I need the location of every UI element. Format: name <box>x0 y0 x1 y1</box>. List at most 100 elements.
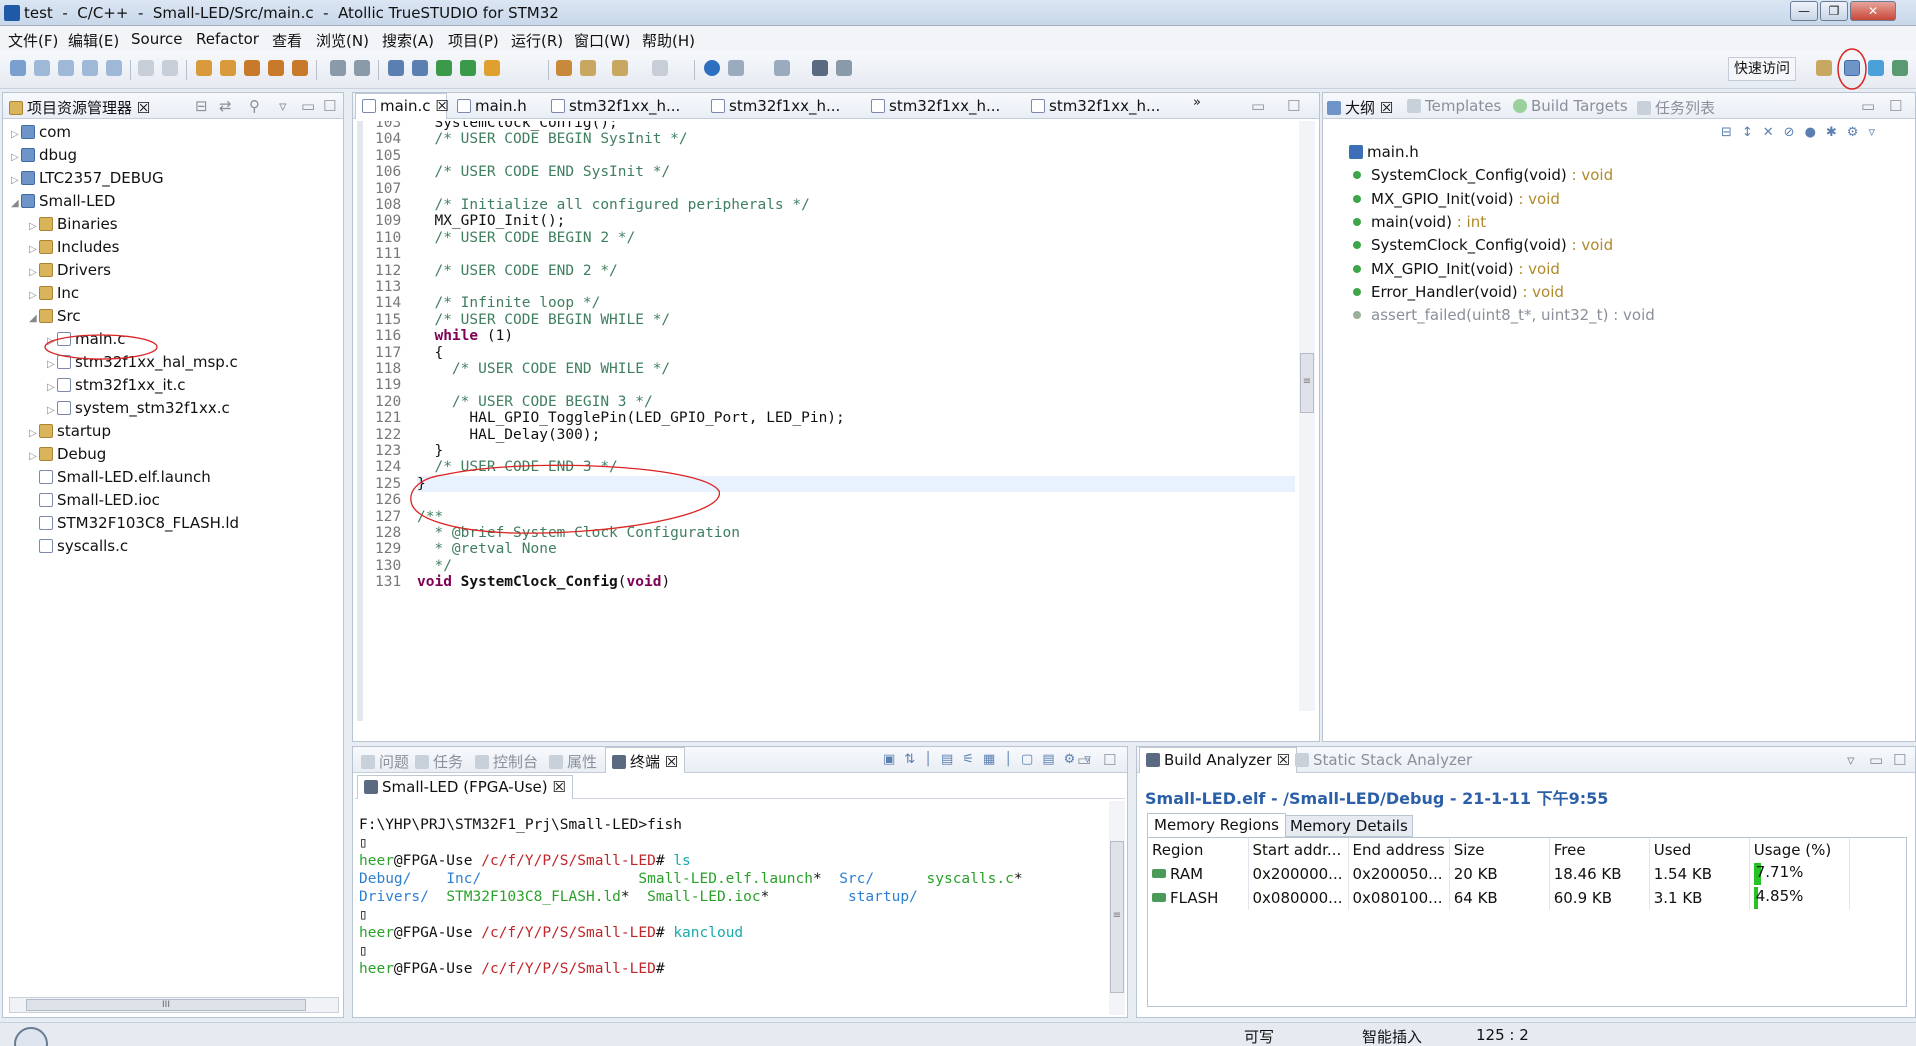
col-used[interactable]: Used <box>1649 838 1750 862</box>
maximize-panel-icon[interactable]: ☐ <box>1889 97 1902 115</box>
tab-stm32-2[interactable]: stm32f1xx_h... <box>711 97 840 115</box>
col-start[interactable]: Start addr... <box>1248 838 1349 862</box>
outline-item[interactable]: assert_failed(uint8_t*, uint32_t) : void <box>1353 306 1655 324</box>
tab-build-analyzer[interactable]: Build Analyzer ☒ <box>1139 747 1297 773</box>
tree-item[interactable]: ▷ stm32f1xx_it.c <box>47 376 186 394</box>
maximize-button[interactable]: ❐ <box>1820 1 1848 21</box>
tree-item[interactable]: ◢ Src <box>29 307 81 325</box>
build-icon[interactable] <box>196 60 212 76</box>
explorer-hscrollbar[interactable]: III <box>9 997 339 1013</box>
external-tools-icon[interactable] <box>484 60 500 76</box>
tab-templates[interactable]: Templates <box>1407 97 1501 115</box>
editor-vscrollbar[interactable]: ≡ <box>1299 121 1315 711</box>
export-icon[interactable] <box>836 60 852 76</box>
col-size[interactable]: Size <box>1449 838 1550 862</box>
menu-file[interactable]: 文件(F) <box>8 30 58 51</box>
menu-run[interactable]: 运行(R) <box>511 30 563 51</box>
code-line[interactable]: /* USER CODE END 2 */ <box>417 263 617 279</box>
code-line[interactable]: /* USER CODE BEGIN 3 */ <box>417 394 653 410</box>
maximize-panel-icon[interactable]: ☐ <box>1287 97 1300 115</box>
code-line[interactable]: /* Initialize all configured peripherals… <box>417 197 809 213</box>
tab-properties[interactable]: 属性 <box>549 751 597 772</box>
minimize-panel-icon[interactable]: ▭ <box>1077 751 1091 769</box>
collapse-arrow-icon[interactable]: ◢ <box>29 313 39 324</box>
tree-item[interactable]: ▷ com <box>11 123 71 141</box>
terminal-session-tab[interactable]: Small-LED (FPGA-Use) ☒ <box>357 775 573 799</box>
maximize-panel-icon[interactable]: ☐ <box>1893 751 1906 769</box>
menu-source[interactable]: Source <box>131 30 183 48</box>
tree-item[interactable]: Small-LED.elf.launch <box>29 468 211 486</box>
tree-item[interactable]: ▷ system_stm32f1xx.c <box>47 399 230 417</box>
code-line[interactable]: /* USER CODE END WHILE */ <box>417 361 670 377</box>
view-menu-icon[interactable]: ▿ <box>279 97 287 115</box>
quick-access-button[interactable]: 快速访问 <box>1728 57 1796 81</box>
tree-item[interactable]: ▷ LTC2357_DEBUG <box>11 169 164 187</box>
tree-item[interactable]: ▷ Debug <box>29 445 106 463</box>
col-region[interactable]: Region <box>1148 838 1249 862</box>
bookmark-icon[interactable] <box>556 60 572 76</box>
minimize-panel-icon[interactable]: ▭ <box>1861 97 1875 115</box>
layout-icon[interactable] <box>774 60 790 76</box>
view-menu-icon[interactable]: ▿ <box>1847 751 1855 769</box>
tab-memory-details[interactable]: Memory Details <box>1285 815 1413 837</box>
code-line[interactable]: { <box>417 345 443 361</box>
code-line[interactable]: */ <box>417 558 451 574</box>
outline-toolbar[interactable]: ⊟↕✕⊘●✱⚙▿ <box>1721 125 1885 140</box>
code-area[interactable]: 103 SystemClock_Config(); 104 /* USER COD… <box>365 121 1295 729</box>
tree-item[interactable]: ◢ Small-LED <box>11 192 115 210</box>
outline-item[interactable]: Error_Handler(void) : void <box>1353 283 1564 301</box>
tree-item[interactable]: ▷ Binaries <box>29 215 118 233</box>
new-header-icon[interactable] <box>58 60 74 76</box>
open-perspective-icon[interactable] <box>1816 60 1832 76</box>
menu-refactor[interactable]: Refactor <box>196 30 259 48</box>
save-icon[interactable] <box>138 60 154 76</box>
tab-tasks-view[interactable]: 任务 <box>415 751 463 772</box>
tab-problems[interactable]: 问题 <box>361 751 409 772</box>
code-line[interactable]: /* USER CODE BEGIN WHILE */ <box>417 312 670 328</box>
tab-stm32-4[interactable]: stm32f1xx_h... <box>1031 97 1160 115</box>
code-line[interactable]: while (1) <box>417 328 513 344</box>
tab-build-targets[interactable]: Build Targets <box>1513 97 1628 115</box>
tab-terminal[interactable]: 终端 ☒ <box>605 747 686 773</box>
expand-arrow-icon[interactable]: ▷ <box>29 428 39 439</box>
collapse-arrow-icon[interactable]: ◢ <box>11 198 21 209</box>
tree-item[interactable]: ▷ Includes <box>29 238 119 256</box>
expand-arrow-icon[interactable]: ▷ <box>47 405 57 416</box>
tree-item[interactable]: ▷ Drivers <box>29 261 111 279</box>
filter-icon[interactable]: ⚲ <box>249 97 260 115</box>
tab-stm32-1[interactable]: stm32f1xx_h... <box>551 97 680 115</box>
tree-item[interactable]: ▷ startup <box>29 422 111 440</box>
code-line[interactable]: MX_GPIO_Init(); <box>417 213 565 229</box>
minimize-panel-icon[interactable]: ▭ <box>1869 751 1883 769</box>
expand-arrow-icon[interactable]: ▷ <box>29 290 39 301</box>
code-line[interactable]: void SystemClock_Config(void) <box>417 574 670 590</box>
info-icon[interactable] <box>704 60 720 76</box>
outline-item[interactable]: SystemClock_Config(void) : void <box>1353 166 1613 184</box>
console-toolbar[interactable]: ▣⇅│▤⚟▦│▢▤⚙▿ <box>883 752 1100 767</box>
code-line[interactable]: /* USER CODE END SysInit */ <box>417 164 670 180</box>
outline-item[interactable]: MX_GPIO_Init(void) : void <box>1353 260 1560 278</box>
menu-navigate[interactable]: 浏览(N) <box>316 30 369 51</box>
code-line[interactable]: HAL_GPIO_TogglePin(LED_GPIO_Port, LED_Pi… <box>417 410 844 426</box>
new-source-icon[interactable] <box>34 60 50 76</box>
menu-window[interactable]: 窗口(W) <box>574 30 631 51</box>
tab-memory-regions[interactable]: Memory Regions <box>1147 813 1286 837</box>
maximize-panel-icon[interactable]: ☐ <box>323 97 336 115</box>
expand-arrow-icon[interactable]: ▷ <box>11 175 21 186</box>
outline-item[interactable]: MX_GPIO_Init(void) : void <box>1353 190 1560 208</box>
outline-item[interactable]: SystemClock_Config(void) : void <box>1353 236 1613 254</box>
tab-static-stack[interactable]: Static Stack Analyzer <box>1295 751 1472 769</box>
rebuild-icon[interactable] <box>244 60 260 76</box>
maximize-panel-icon[interactable]: ☐ <box>1103 751 1116 769</box>
tab-main-h[interactable]: main.h <box>457 97 527 115</box>
forward-icon[interactable] <box>652 60 668 76</box>
tab-tasks[interactable]: 任务列表 <box>1637 97 1715 118</box>
minimize-button[interactable]: — <box>1790 1 1818 21</box>
table-row[interactable]: FLASH 0x080000... 0x080100... 64 KB 60.9… <box>1148 886 1850 910</box>
expand-arrow-icon[interactable]: ▷ <box>29 267 39 278</box>
tree-item[interactable]: ▷ Inc <box>29 284 79 302</box>
col-usage[interactable]: Usage (%) <box>1749 838 1850 862</box>
menu-help[interactable]: 帮助(H) <box>642 30 695 51</box>
close-window-button[interactable]: ✕ <box>1850 1 1896 21</box>
link-editor-icon[interactable]: ⇄ <box>219 97 232 115</box>
